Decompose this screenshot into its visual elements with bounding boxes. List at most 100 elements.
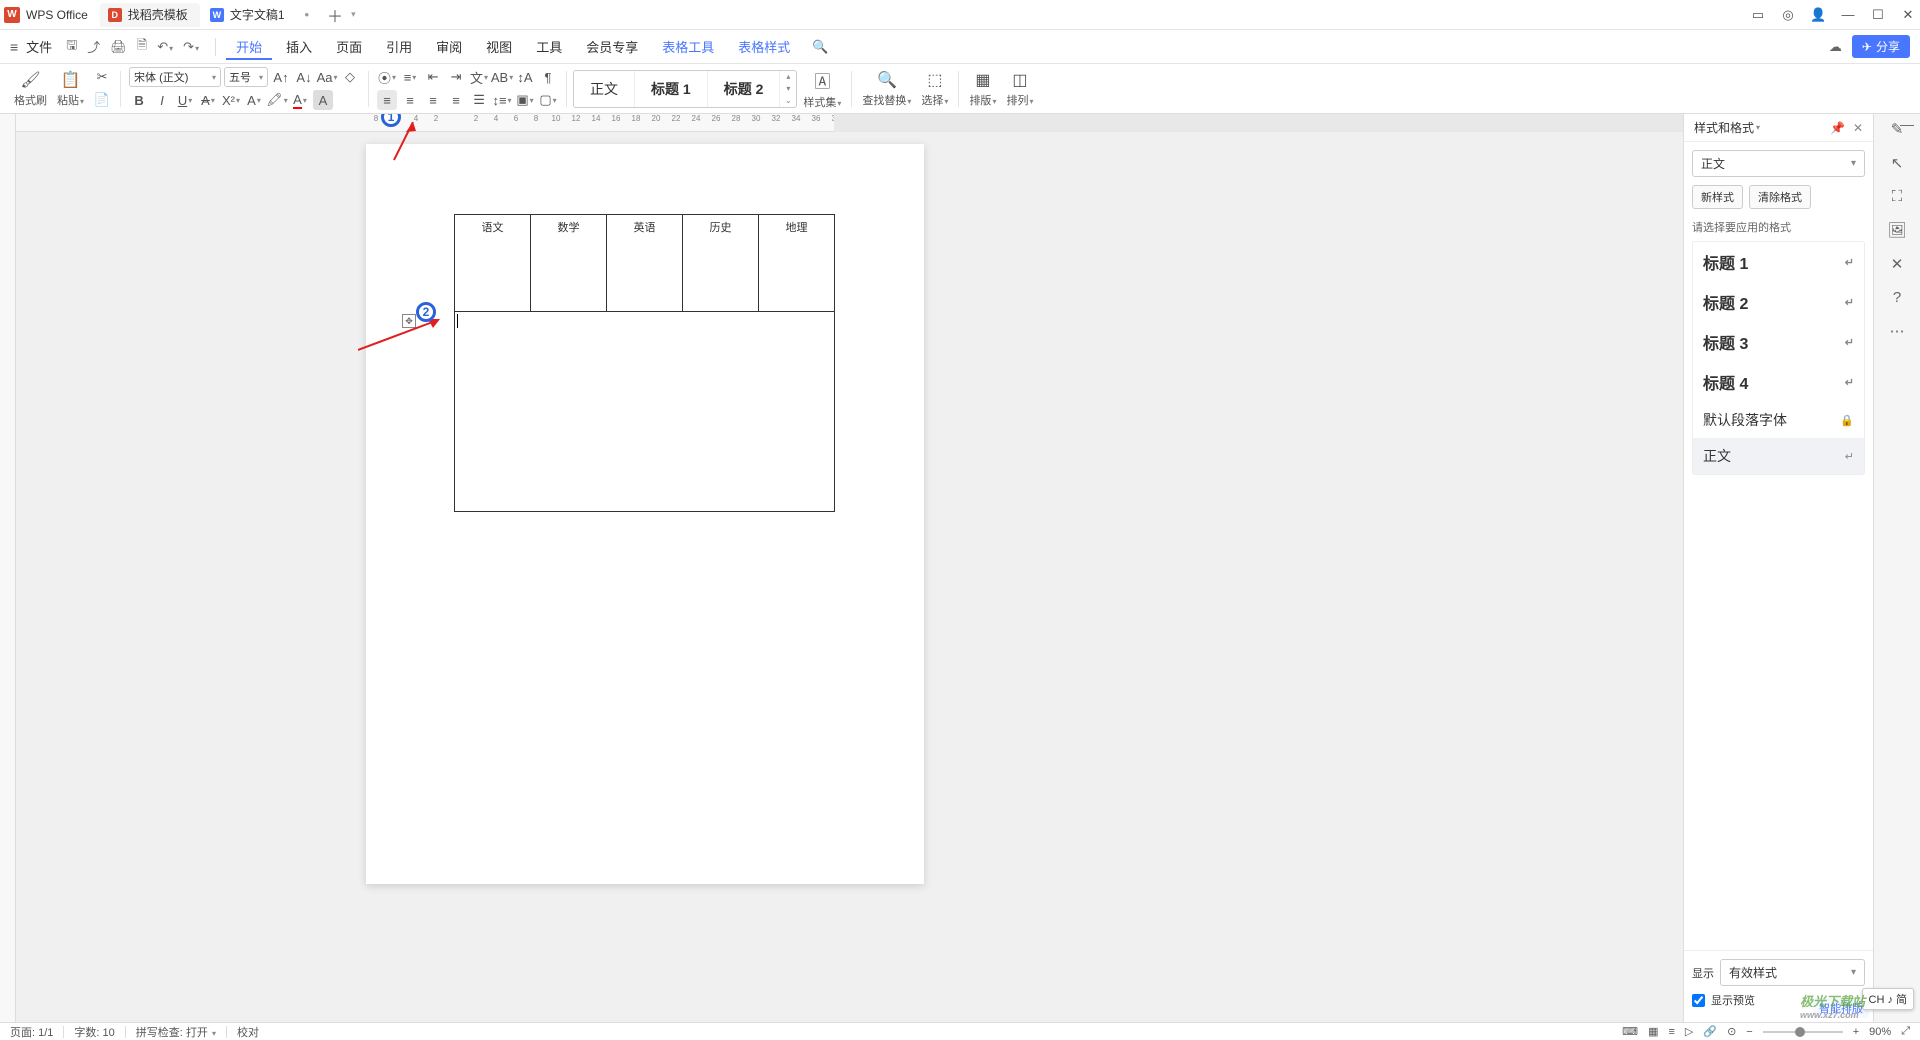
shrink-font-icon[interactable]: A↓ — [294, 67, 314, 87]
justify-button[interactable]: ≡ — [446, 90, 466, 110]
font-size-select[interactable]: 五号▾ — [224, 67, 268, 87]
ime-indicator[interactable]: CH ♪ 简 — [1862, 988, 1915, 1010]
cursor-icon[interactable]: ↖ — [1891, 154, 1904, 172]
tab-document[interactable]: W 文字文稿1 • — [202, 3, 321, 27]
zoom-in-button[interactable]: + — [1853, 1026, 1859, 1038]
search-icon[interactable]: 🔍 — [812, 39, 828, 55]
copy-icon[interactable]: 📄 — [92, 90, 112, 110]
show-marks-icon[interactable]: ¶ — [538, 67, 558, 87]
new-tab-button[interactable]: ＋ — [323, 3, 347, 27]
bullets-icon[interactable]: ⦿▾ — [377, 67, 397, 87]
strike-button[interactable]: A▾ — [198, 90, 218, 110]
pin-icon[interactable]: 📌 — [1830, 121, 1845, 135]
style-heading2[interactable]: 标题 2 — [708, 71, 781, 107]
find-replace-button[interactable]: 🔍查找替换▾ — [858, 70, 915, 108]
input-mode-icon[interactable]: ⌨ — [1622, 1025, 1638, 1038]
superscript-icon[interactable]: X²▾ — [221, 90, 241, 110]
word-count[interactable]: 字数: 10 — [74, 1024, 114, 1040]
view-print-icon[interactable]: ▦ — [1648, 1025, 1658, 1038]
share-button[interactable]: ✈ 分享 — [1852, 35, 1910, 58]
align-right-button[interactable]: ≡ — [423, 90, 443, 110]
align-center-button[interactable]: ≡ — [400, 90, 420, 110]
menu-table-tools[interactable]: 表格工具 — [652, 33, 724, 60]
arrange-button[interactable]: ◫排列▾ — [1002, 70, 1037, 108]
focus-mode-icon[interactable]: ⊙ — [1727, 1025, 1736, 1038]
view-read-icon[interactable]: ▷ — [1685, 1025, 1693, 1038]
redo-icon[interactable]: ↷▾ — [183, 39, 199, 55]
font-color-icon[interactable]: A▾ — [290, 90, 310, 110]
italic-button[interactable]: I — [152, 90, 172, 110]
minimize-button[interactable]: — — [1840, 7, 1856, 22]
image-tool-icon[interactable]: 🖼 — [1887, 221, 1906, 239]
current-style-select[interactable]: 正文 — [1692, 150, 1865, 177]
decrease-indent-icon[interactable]: ⇤ — [423, 67, 443, 87]
cut-icon[interactable]: ✂ — [92, 67, 112, 87]
document-page[interactable]: 语文 数学 英语 历史 地理 ✥ — [366, 144, 924, 884]
grow-font-icon[interactable]: A↑ — [271, 67, 291, 87]
text-direction-icon[interactable]: 文▾ — [469, 67, 489, 87]
shading-icon[interactable]: ▣▾ — [515, 90, 535, 110]
menu-view[interactable]: 视图 — [476, 33, 522, 60]
zoom-slider[interactable] — [1763, 1031, 1843, 1033]
close-button[interactable]: ✕ — [1900, 7, 1916, 23]
menu-member[interactable]: 会员专享 — [576, 33, 648, 60]
increase-indent-icon[interactable]: ⇥ — [446, 67, 466, 87]
view-outline-icon[interactable]: ≡ — [1668, 1026, 1674, 1038]
menu-page[interactable]: 页面 — [326, 33, 372, 60]
show-preview-checkbox[interactable] — [1692, 994, 1705, 1007]
tools-icon[interactable]: ✕ — [1891, 255, 1904, 273]
layout-button[interactable]: ▦排版▾ — [965, 70, 1000, 108]
proofing-status[interactable]: 校对 — [237, 1024, 259, 1040]
table-move-handle-icon[interactable]: ✥ — [402, 314, 416, 328]
line-spacing-icon[interactable]: ↕≡▾ — [492, 90, 512, 110]
display-filter-select[interactable]: 有效样式 — [1720, 959, 1865, 986]
spellcheck-status[interactable]: 拼写检查: 打开 ▾ — [136, 1024, 216, 1040]
change-case-icon[interactable]: Aa▾ — [317, 67, 337, 87]
document-table[interactable]: 语文 数学 英语 历史 地理 — [454, 214, 835, 512]
cube-icon[interactable]: ◎ — [1780, 7, 1796, 23]
char-shading-icon[interactable]: A — [313, 90, 333, 110]
view-web-icon[interactable]: 🔗 — [1703, 1025, 1717, 1038]
style-list-item[interactable]: 标题 2↵ — [1693, 282, 1864, 322]
hamburger-icon[interactable]: ≡ — [10, 39, 18, 55]
more-icon[interactable]: ⋯ — [1890, 322, 1905, 340]
style-gallery[interactable]: 正文 标题 1 标题 2 ▴▾⌄ — [573, 70, 797, 108]
distributed-button[interactable]: ☰ — [469, 90, 489, 110]
help-icon[interactable]: ? — [1893, 289, 1901, 306]
style-list-item[interactable]: 默认段落字体🔒 — [1693, 402, 1864, 438]
font-name-select[interactable]: 宋体 (正文)▾ — [129, 67, 221, 87]
menu-reference[interactable]: 引用 — [376, 33, 422, 60]
window-snap-icon[interactable]: ▭ — [1750, 7, 1766, 23]
export-icon[interactable]: ⤴ — [87, 37, 100, 56]
numbering-icon[interactable]: ≡▾ — [400, 67, 420, 87]
style-list-item[interactable]: 标题 4↵ — [1693, 362, 1864, 402]
cloud-icon[interactable]: ☁ — [1829, 39, 1842, 55]
style-set-button[interactable]: 🄰样式集▾ — [799, 68, 845, 110]
undo-icon[interactable]: ↶▾ — [157, 39, 173, 55]
asian-layout-icon[interactable]: AB▾ — [492, 67, 512, 87]
canvas[interactable]: 8642246810121416182022242628303234363840… — [16, 114, 1873, 1022]
menu-start[interactable]: 开始 — [226, 33, 272, 60]
font-effect-icon[interactable]: A▾ — [244, 90, 264, 110]
highlight-icon[interactable]: 🖍▾ — [267, 90, 287, 110]
close-panel-icon[interactable]: ✕ — [1853, 121, 1863, 135]
clear-format-icon[interactable]: ◇ — [340, 67, 360, 87]
select-button[interactable]: ⬚选择▾ — [917, 70, 952, 108]
fit-page-icon[interactable]: ⤢ — [1901, 1025, 1910, 1038]
align-left-button[interactable]: ≡ — [377, 90, 397, 110]
new-tab-dropdown[interactable]: ▾ — [351, 9, 356, 20]
user-avatar-icon[interactable]: 👤 — [1810, 7, 1826, 23]
paste-button[interactable]: 📋粘贴▾ — [53, 70, 88, 108]
format-painter-button[interactable]: 🖌格式刷 — [10, 70, 51, 108]
menu-tool[interactable]: 工具 — [526, 33, 572, 60]
gallery-scroll[interactable]: ▴▾⌄ — [780, 71, 796, 107]
page-indicator[interactable]: 页面: 1/1 — [10, 1024, 53, 1040]
print-icon[interactable]: 🖨 — [110, 39, 127, 55]
merged-cell[interactable] — [455, 312, 835, 512]
style-heading1[interactable]: 标题 1 — [635, 71, 708, 107]
menu-table-style[interactable]: 表格样式 — [728, 33, 800, 60]
collapse-rail-icon[interactable]: — — [1900, 116, 1914, 132]
save-icon[interactable]: 🖫 — [66, 36, 77, 58]
maximize-button[interactable]: ☐ — [1870, 7, 1886, 23]
tab-templates[interactable]: D 找稻壳模板 — [100, 3, 200, 27]
